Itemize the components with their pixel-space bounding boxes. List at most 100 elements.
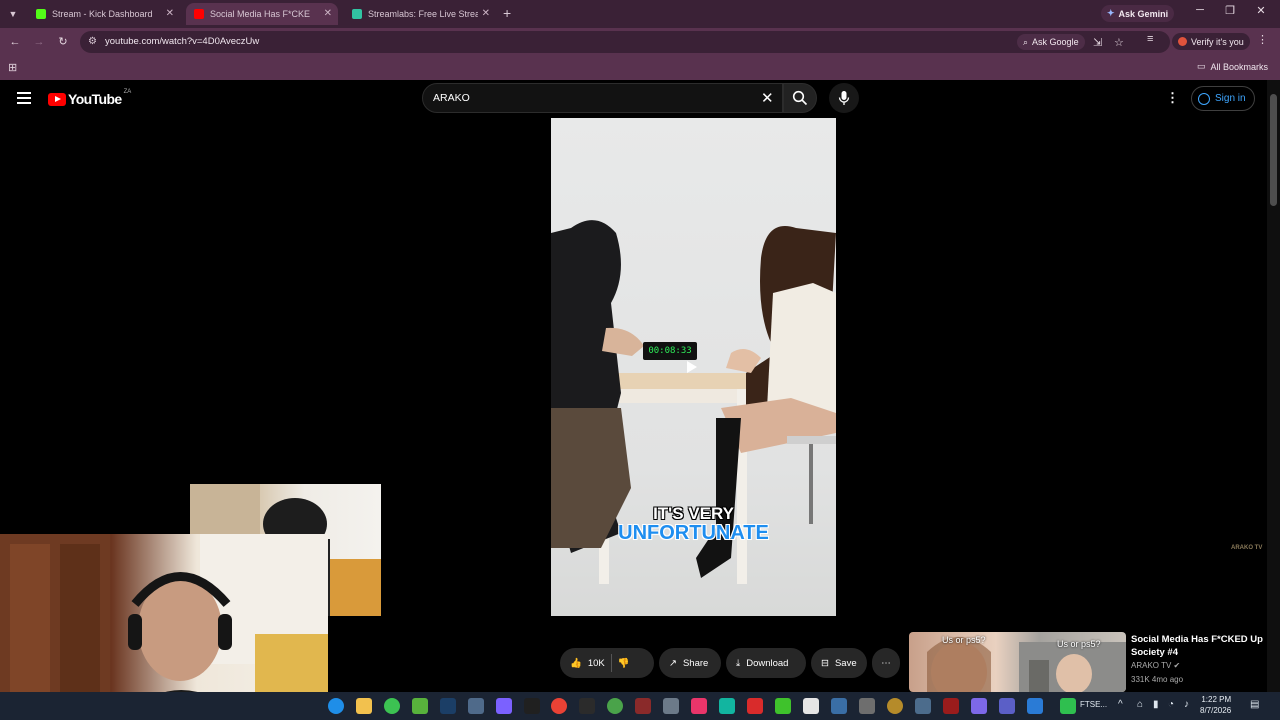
new-tab-plus-icon[interactable]: +: [503, 5, 511, 21]
verify-label: Verify it's you: [1191, 36, 1244, 47]
like-divider: [610, 654, 612, 672]
ask-google-button[interactable]: ⌕ Ask Google: [1017, 34, 1085, 50]
app-icon-22[interactable]: [915, 698, 931, 714]
site-info-icon[interactable]: ⚙: [88, 36, 97, 47]
address-bar[interactable]: ⚙ youtube.com/watch?v=4D0AveczUw ⌕ Ask G…: [80, 31, 1170, 53]
install-app-icon[interactable]: ⇲: [1093, 36, 1102, 49]
suggested-meta: 331K 4mo ago: [1131, 675, 1184, 684]
tab-youtube-video[interactable]: Social Media Has F*CKED Up ✕: [186, 3, 338, 25]
clock-time: 1:22 PM: [1201, 695, 1232, 704]
reload-icon[interactable]: ↻: [55, 34, 71, 50]
chrome-icon[interactable]: [551, 698, 567, 714]
search-input[interactable]: ARAKO ✕: [422, 83, 783, 113]
profile-avatar-icon: [1178, 37, 1187, 46]
voice-search-button[interactable]: [829, 83, 859, 113]
like-count[interactable]: 10K: [588, 658, 605, 669]
suggested-video[interactable]: Us or ps5? Us or ps5? Social Media Has F…: [909, 632, 1267, 694]
app-icon-21[interactable]: [887, 698, 903, 714]
clear-search-icon[interactable]: ✕: [761, 89, 774, 107]
tab-search-list-icon[interactable]: ≡: [1147, 33, 1153, 45]
close-tab-icon[interactable]: ✕: [482, 8, 490, 19]
ask-gemini-button[interactable]: ✦ Ask Gemini: [1101, 5, 1175, 22]
suggested-title[interactable]: Social Media Has F*CKED Up Society #4: [1131, 633, 1267, 659]
streamlabs-icon[interactable]: [719, 698, 735, 714]
terminal-icon[interactable]: [579, 698, 595, 714]
search-button[interactable]: [783, 83, 817, 113]
forward-arrow-icon[interactable]: →: [31, 34, 47, 50]
spotify-icon[interactable]: [384, 698, 400, 714]
app-icon-11[interactable]: [607, 698, 623, 714]
suggested-thumbnail[interactable]: Us or ps5? Us or ps5?: [909, 632, 1126, 692]
app-icon-19[interactable]: [831, 698, 847, 714]
tab-strip: ▼ Stream - Kick Dashboard ✕ Social Media…: [0, 0, 1280, 28]
verify-profile-button[interactable]: Verify it's you: [1172, 33, 1250, 50]
channel-name[interactable]: ARAKO TV: [1131, 661, 1171, 670]
app-icon-7[interactable]: [496, 698, 512, 714]
stocks-ticker[interactable]: FTSE...: [1080, 700, 1107, 709]
app-icon-20[interactable]: [859, 698, 875, 714]
app-icon-13[interactable]: [663, 698, 679, 714]
app-icon-8[interactable]: [524, 698, 540, 714]
lens-icon: ⌕: [1023, 36, 1029, 47]
save-button[interactable]: ⊟ Save: [811, 648, 867, 678]
share-button[interactable]: ↗ Share: [659, 648, 721, 678]
more-actions-button[interactable]: ⋯: [872, 648, 900, 678]
app-icon-18[interactable]: [803, 698, 819, 714]
sign-in-button[interactable]: Sign in: [1191, 86, 1255, 111]
bookmarks-bar: ⊞ ▭ All Bookmarks: [0, 56, 1280, 80]
xbox-icon[interactable]: [412, 698, 428, 714]
app-icon-24[interactable]: [971, 698, 987, 714]
apps-grid-icon[interactable]: ⊞: [8, 61, 17, 74]
save-bookmark-icon: ⊟: [821, 657, 829, 669]
back-arrow-icon[interactable]: ←: [7, 34, 23, 50]
folder-icon: ▭: [1196, 61, 1206, 71]
search-query[interactable]: ARAKO: [433, 92, 470, 104]
play-icon[interactable]: [687, 361, 697, 373]
suggested-channel[interactable]: ARAKO TV ✔: [1131, 661, 1180, 670]
app-icon-17[interactable]: [775, 698, 791, 714]
stocks-icon[interactable]: [1060, 698, 1076, 714]
youtube-header: YouTube ZA ARAKO ✕ ⋮ Sign in: [0, 80, 1267, 118]
close-tab-icon[interactable]: ✕: [324, 8, 332, 19]
minimize-icon[interactable]: ─: [1190, 4, 1210, 16]
scrollbar-thumb[interactable]: [1270, 94, 1277, 206]
teams-icon[interactable]: [999, 698, 1015, 714]
restore-icon[interactable]: ❐: [1220, 4, 1240, 17]
close-tab-icon[interactable]: ✕: [166, 8, 174, 19]
app-icon-16[interactable]: [747, 698, 763, 714]
settings-kebab-icon[interactable]: ⋮: [1166, 90, 1179, 106]
network-icon[interactable]: ◔: [1168, 699, 1174, 710]
youtube-logo[interactable]: YouTube ZA: [48, 89, 131, 107]
tray-chevron-icon[interactable]: ^: [1118, 699, 1123, 710]
app-icon-6[interactable]: [468, 698, 484, 714]
tab-kick-dashboard[interactable]: Stream - Kick Dashboard ✕: [28, 3, 180, 25]
steam-icon[interactable]: [440, 698, 456, 714]
app-icon-26[interactable]: [1027, 698, 1043, 714]
sign-in-label: Sign in: [1215, 93, 1246, 104]
close-window-icon[interactable]: ✕: [1251, 4, 1271, 17]
download-button[interactable]: ⤓ Download: [726, 648, 806, 678]
url-text[interactable]: youtube.com/watch?v=4D0AveczUw: [105, 36, 259, 47]
ask-google-label: Ask Google: [1032, 37, 1079, 47]
video-frame[interactable]: 00:08:33 IT'S VERY UNFORTUNATE: [551, 118, 836, 616]
bookmark-star-icon[interactable]: ☆: [1114, 36, 1124, 49]
chrome-menu-icon[interactable]: ⋮: [1257, 33, 1268, 46]
file-explorer-icon[interactable]: [356, 698, 372, 714]
notifications-icon[interactable]: ▤: [1250, 699, 1259, 710]
tab-streamlabs[interactable]: Streamlabs: Free Live Streaming ✕: [344, 3, 496, 25]
app-icon-23[interactable]: [943, 698, 959, 714]
thumbs-up-icon[interactable]: 👍: [570, 658, 582, 669]
share-label: Share: [682, 657, 709, 669]
volume-icon[interactable]: ♪: [1184, 699, 1189, 710]
tab-search-icon[interactable]: ▼: [5, 6, 21, 22]
all-bookmarks-button[interactable]: ▭ All Bookmarks: [1197, 61, 1268, 72]
edge-icon[interactable]: [328, 698, 344, 714]
thumbs-down-icon[interactable]: 👎: [618, 658, 630, 669]
system-clock[interactable]: 1:22 PM 8/7/2026: [1200, 694, 1231, 716]
app-icon-12[interactable]: [635, 698, 651, 714]
tray-battery-icon[interactable]: ▮: [1153, 699, 1159, 710]
menu-hamburger-icon[interactable]: [17, 92, 31, 104]
tiktok-icon[interactable]: [691, 698, 707, 714]
page-scrollbar[interactable]: [1267, 80, 1280, 692]
tray-app-icon[interactable]: ⌂: [1137, 699, 1143, 710]
